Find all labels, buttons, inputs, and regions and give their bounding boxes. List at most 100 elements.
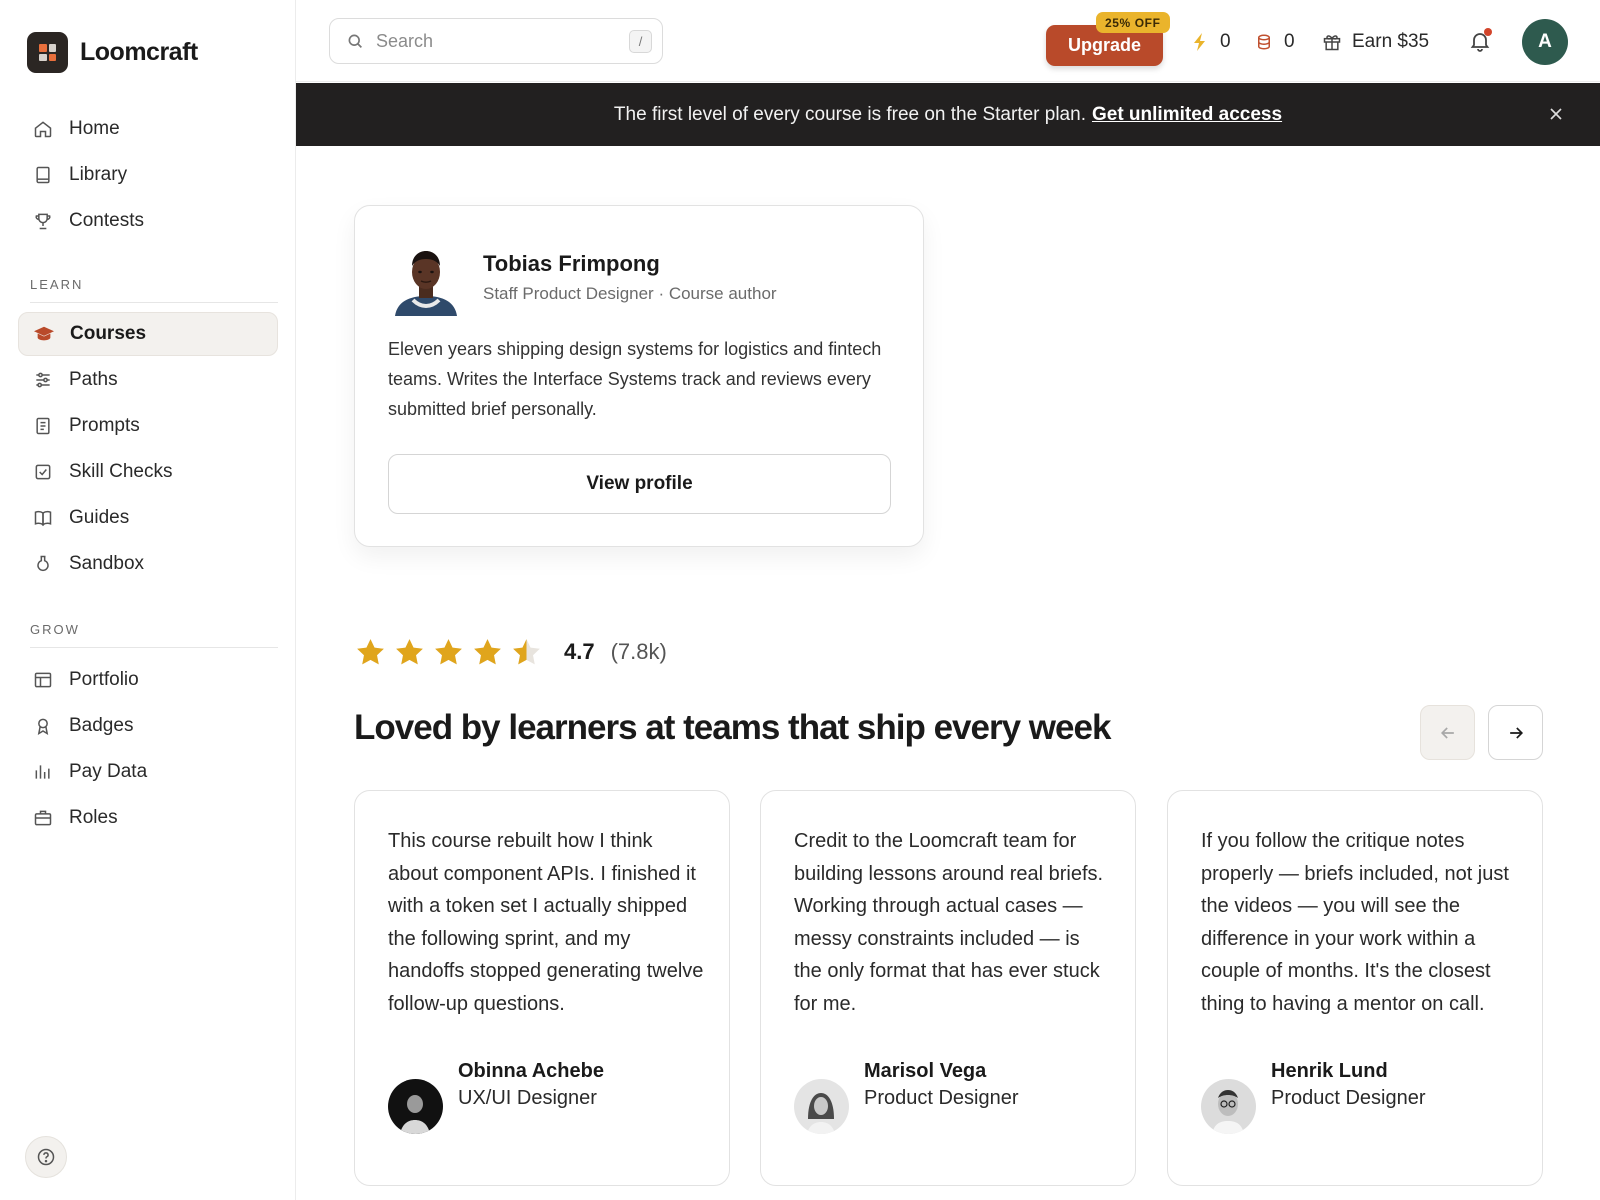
sidebar: Loomcraft Home Library Contests LEARN Co… xyxy=(0,0,296,1200)
reviewer-avatar xyxy=(1201,1079,1256,1134)
badge-icon xyxy=(32,715,54,737)
sidebar-item-guides[interactable]: Guides xyxy=(18,496,278,540)
top-bar: / Upgrade 25% OFF 0 0 Earn $35 A xyxy=(296,0,1600,82)
close-icon[interactable] xyxy=(1546,104,1566,124)
testimonials-headline: Loved by learners at teams that ship eve… xyxy=(354,708,1111,747)
document-icon xyxy=(32,415,54,437)
flask-icon xyxy=(32,553,54,575)
sidebar-item-pay-data[interactable]: Pay Data xyxy=(18,750,278,794)
earn-label: Earn $35 xyxy=(1352,31,1430,52)
reviewer-role: Product Designer xyxy=(1271,1087,1426,1109)
reviewer-avatar xyxy=(388,1079,443,1134)
earn-referral-link[interactable]: Earn $35 xyxy=(1322,28,1429,56)
coins-icon xyxy=(1254,32,1274,52)
reviewer-name: Henrik Lund xyxy=(1271,1060,1388,1082)
lightning-icon xyxy=(1190,32,1210,52)
sidebar-item-home[interactable]: Home xyxy=(18,107,278,151)
sidebar-item-label: Skill Checks xyxy=(69,461,173,482)
search-input[interactable] xyxy=(376,30,616,52)
rating-count: (7.8k) xyxy=(610,639,667,664)
energy-count: 0 xyxy=(1220,31,1231,52)
rating-value: 4.7 xyxy=(564,639,595,664)
sidebar-item-label: Prompts xyxy=(69,415,140,436)
author-name: Tobias Frimpong xyxy=(483,251,660,276)
brand-name: Loomcraft xyxy=(80,38,198,66)
coins-count: 0 xyxy=(1284,31,1295,52)
sidebar-item-prompts[interactable]: Prompts xyxy=(18,404,278,448)
sidebar-item-label: Library xyxy=(69,164,128,185)
sidebar-item-label: Sandbox xyxy=(69,553,145,574)
sidebar-item-roles[interactable]: Roles xyxy=(18,796,278,840)
search-icon xyxy=(348,34,362,48)
testimonial-quote: If you follow the critique notes properl… xyxy=(1201,830,1509,1015)
home-icon xyxy=(32,118,54,140)
testimonial-card: Credit to the Loomcraft team for buildin… xyxy=(760,790,1136,1186)
section-label-grow: GROW xyxy=(30,622,80,637)
testimonial-card: If you follow the critique notes properl… xyxy=(1167,790,1543,1186)
star-rating xyxy=(355,637,550,667)
author-role: Staff Product Designer · Course author xyxy=(483,284,777,303)
author-card: Tobias Frimpong Staff Product Designer ·… xyxy=(354,205,924,547)
carousel-prev-button[interactable] xyxy=(1420,705,1475,760)
sidebar-item-library[interactable]: Library xyxy=(18,153,278,197)
layout-icon xyxy=(32,669,54,691)
star-icon xyxy=(396,639,423,665)
promo-banner: The first level of every course is free … xyxy=(296,83,1600,146)
arrow-left-icon xyxy=(1440,726,1454,739)
testimonial-quote: Credit to the Loomcraft team for buildin… xyxy=(794,830,1104,1015)
sidebar-item-label: Guides xyxy=(69,507,130,528)
sidebar-item-courses[interactable]: Courses xyxy=(18,312,278,356)
help-button[interactable] xyxy=(25,1136,67,1178)
loomcraft-logo-icon xyxy=(27,32,68,73)
sidebar-item-label: Paths xyxy=(69,369,118,390)
sidebar-item-label: Badges xyxy=(69,715,134,736)
banner-text: The first level of every course is free … xyxy=(613,103,1086,125)
author-bio: Eleven years shipping design systems for… xyxy=(388,339,882,419)
sidebar-item-contests[interactable]: Contests xyxy=(18,199,278,243)
coins-stat[interactable]: 0 xyxy=(1254,28,1295,56)
search-box[interactable]: / xyxy=(329,18,663,64)
sidebar-item-skill-checks[interactable]: Skill Checks xyxy=(18,450,278,494)
brand[interactable]: Loomcraft xyxy=(27,32,198,73)
arrow-right-icon xyxy=(1509,726,1523,739)
briefcase-icon xyxy=(32,807,54,829)
bar-chart-icon xyxy=(32,761,54,783)
sidebar-item-label: Pay Data xyxy=(69,761,148,782)
sidebar-item-portfolio[interactable]: Portfolio xyxy=(18,658,278,702)
section-label-learn: LEARN xyxy=(30,277,84,292)
divider xyxy=(30,302,278,303)
divider xyxy=(30,647,278,648)
reviewer-name: Obinna Achebe xyxy=(458,1060,604,1082)
sidebar-item-badges[interactable]: Badges xyxy=(18,704,278,748)
question-icon xyxy=(37,1148,55,1166)
discount-badge: 25% OFF xyxy=(1096,12,1170,33)
search-shortcut-hint: / xyxy=(629,30,652,53)
sliders-icon xyxy=(32,369,54,391)
course-rating: 4.7 (7.8k) xyxy=(355,637,667,667)
reviewer-role: Product Designer xyxy=(864,1087,1019,1109)
testimonial-quote: This course rebuilt how I think about co… xyxy=(388,830,704,1015)
reviewer-avatar xyxy=(794,1079,849,1134)
gift-icon xyxy=(1322,32,1342,52)
sidebar-item-paths[interactable]: Paths xyxy=(18,358,278,402)
graduation-cap-icon xyxy=(33,323,55,345)
open-book-icon xyxy=(32,507,54,529)
sidebar-item-sandbox[interactable]: Sandbox xyxy=(18,542,278,586)
testimonial-card: This course rebuilt how I think about co… xyxy=(354,790,730,1186)
sidebar-item-label: Contests xyxy=(69,210,144,231)
reviewer-role: UX/UI Designer xyxy=(458,1087,597,1109)
sidebar-item-label: Home xyxy=(69,118,120,139)
author-photo xyxy=(395,251,457,316)
star-icon xyxy=(357,639,384,665)
checkbox-icon xyxy=(32,461,54,483)
view-profile-button[interactable]: View profile xyxy=(388,454,891,514)
carousel-next-button[interactable] xyxy=(1488,705,1543,760)
get-unlimited-access-link[interactable]: Get unlimited access xyxy=(1092,104,1282,126)
reviewer-name: Marisol Vega xyxy=(864,1060,987,1082)
sidebar-item-label: Portfolio xyxy=(69,669,139,690)
star-icon xyxy=(513,639,540,665)
trophy-icon xyxy=(32,210,54,232)
energy-stat[interactable]: 0 xyxy=(1190,28,1231,56)
book-icon xyxy=(32,164,54,186)
user-avatar[interactable]: A xyxy=(1522,19,1568,65)
